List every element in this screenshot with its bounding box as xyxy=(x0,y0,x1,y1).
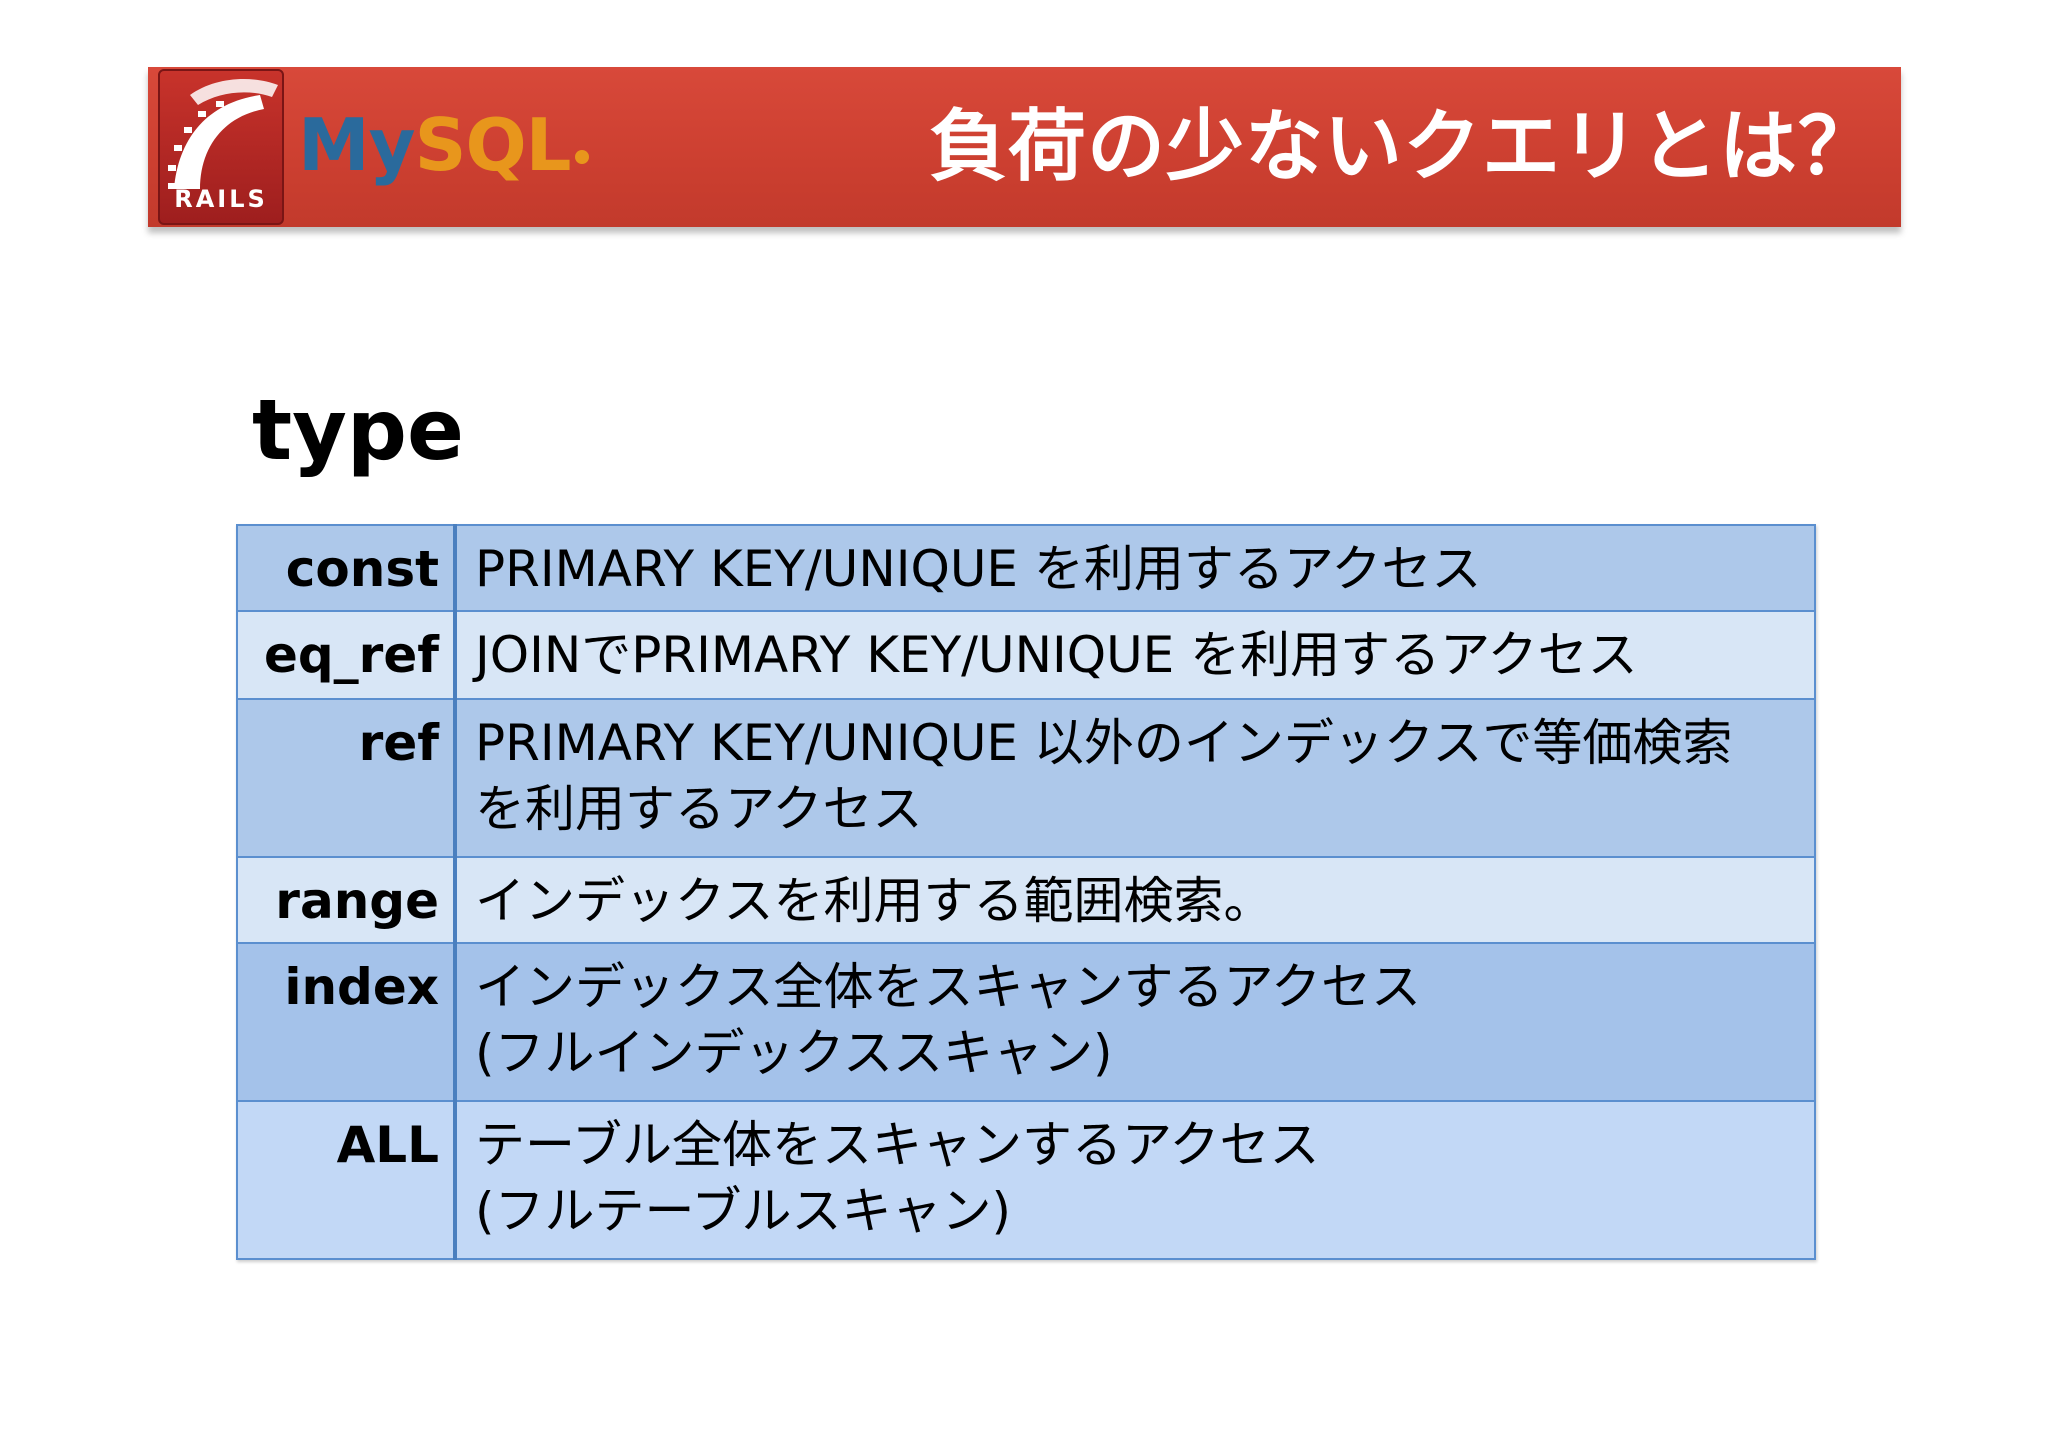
table-row: index インデックス全体をスキャンするアクセス (フルインデックススキャン) xyxy=(237,942,1815,1101)
table-row: ref PRIMARY KEY/UNIQUE 以外のインデックスで等価検索 を利… xyxy=(237,698,1815,857)
type-description: PRIMARY KEY/UNIQUE を利用するアクセス xyxy=(455,525,1815,611)
description-line: PRIMARY KEY/UNIQUE を利用するアクセス xyxy=(475,540,1482,598)
rails-logo-text: RAILS xyxy=(174,185,268,213)
type-description: インデックスを利用する範囲検索。 xyxy=(455,856,1815,943)
mysql-logo-sql: SQL xyxy=(414,103,572,187)
table-row: ALL テーブル全体をスキャンするアクセス (フルテーブルスキャン) xyxy=(237,1100,1815,1259)
description-line: JOINでPRIMARY KEY/UNIQUE を利用するアクセス xyxy=(475,626,1638,684)
type-key: const xyxy=(237,525,457,611)
type-key: range xyxy=(237,856,457,943)
section-heading: type xyxy=(252,381,465,479)
type-key: eq_ref xyxy=(237,610,457,699)
type-description: インデックス全体をスキャンするアクセス (フルインデックススキャン) xyxy=(455,942,1815,1101)
rails-logo: RAILS xyxy=(158,69,284,225)
type-key: ALL xyxy=(237,1100,457,1259)
page-title: 負荷の少ないクエリとは？ xyxy=(928,102,1877,192)
type-table: const PRIMARY KEY/UNIQUE を利用するアクセス eq_re… xyxy=(236,524,1816,1260)
table-row: eq_ref JOINでPRIMARY KEY/UNIQUE を利用するアクセス xyxy=(237,610,1815,699)
description-line: テーブル全体をスキャンするアクセス xyxy=(475,1116,1320,1174)
description-line: (フルテーブルスキャン) xyxy=(475,1182,1012,1240)
mysql-logo-my: My xyxy=(298,103,416,187)
type-key: index xyxy=(237,942,457,1101)
table-row: range インデックスを利用する範囲検索。 xyxy=(237,856,1815,943)
type-key: ref xyxy=(237,698,457,857)
table-row: const PRIMARY KEY/UNIQUE を利用するアクセス xyxy=(237,525,1815,611)
description-line: を利用するアクセス xyxy=(475,780,923,838)
type-description: JOINでPRIMARY KEY/UNIQUE を利用するアクセス xyxy=(455,610,1815,699)
mysql-logo: MySQL xyxy=(298,105,589,185)
registered-mark-icon xyxy=(574,150,589,164)
description-line: (フルインデックススキャン) xyxy=(475,1024,1113,1082)
description-line: インデックス全体をスキャンするアクセス xyxy=(475,958,1421,1016)
description-line: インデックスを利用する範囲検索。 xyxy=(475,872,1274,930)
description-line: PRIMARY KEY/UNIQUE 以外のインデックスで等価検索 xyxy=(475,714,1733,772)
header-bar: RAILS MySQL 負荷の少ないクエリとは？ xyxy=(148,67,1901,227)
type-description: テーブル全体をスキャンするアクセス (フルテーブルスキャン) xyxy=(455,1100,1815,1259)
type-description: PRIMARY KEY/UNIQUE 以外のインデックスで等価検索 を利用するア… xyxy=(455,698,1815,857)
